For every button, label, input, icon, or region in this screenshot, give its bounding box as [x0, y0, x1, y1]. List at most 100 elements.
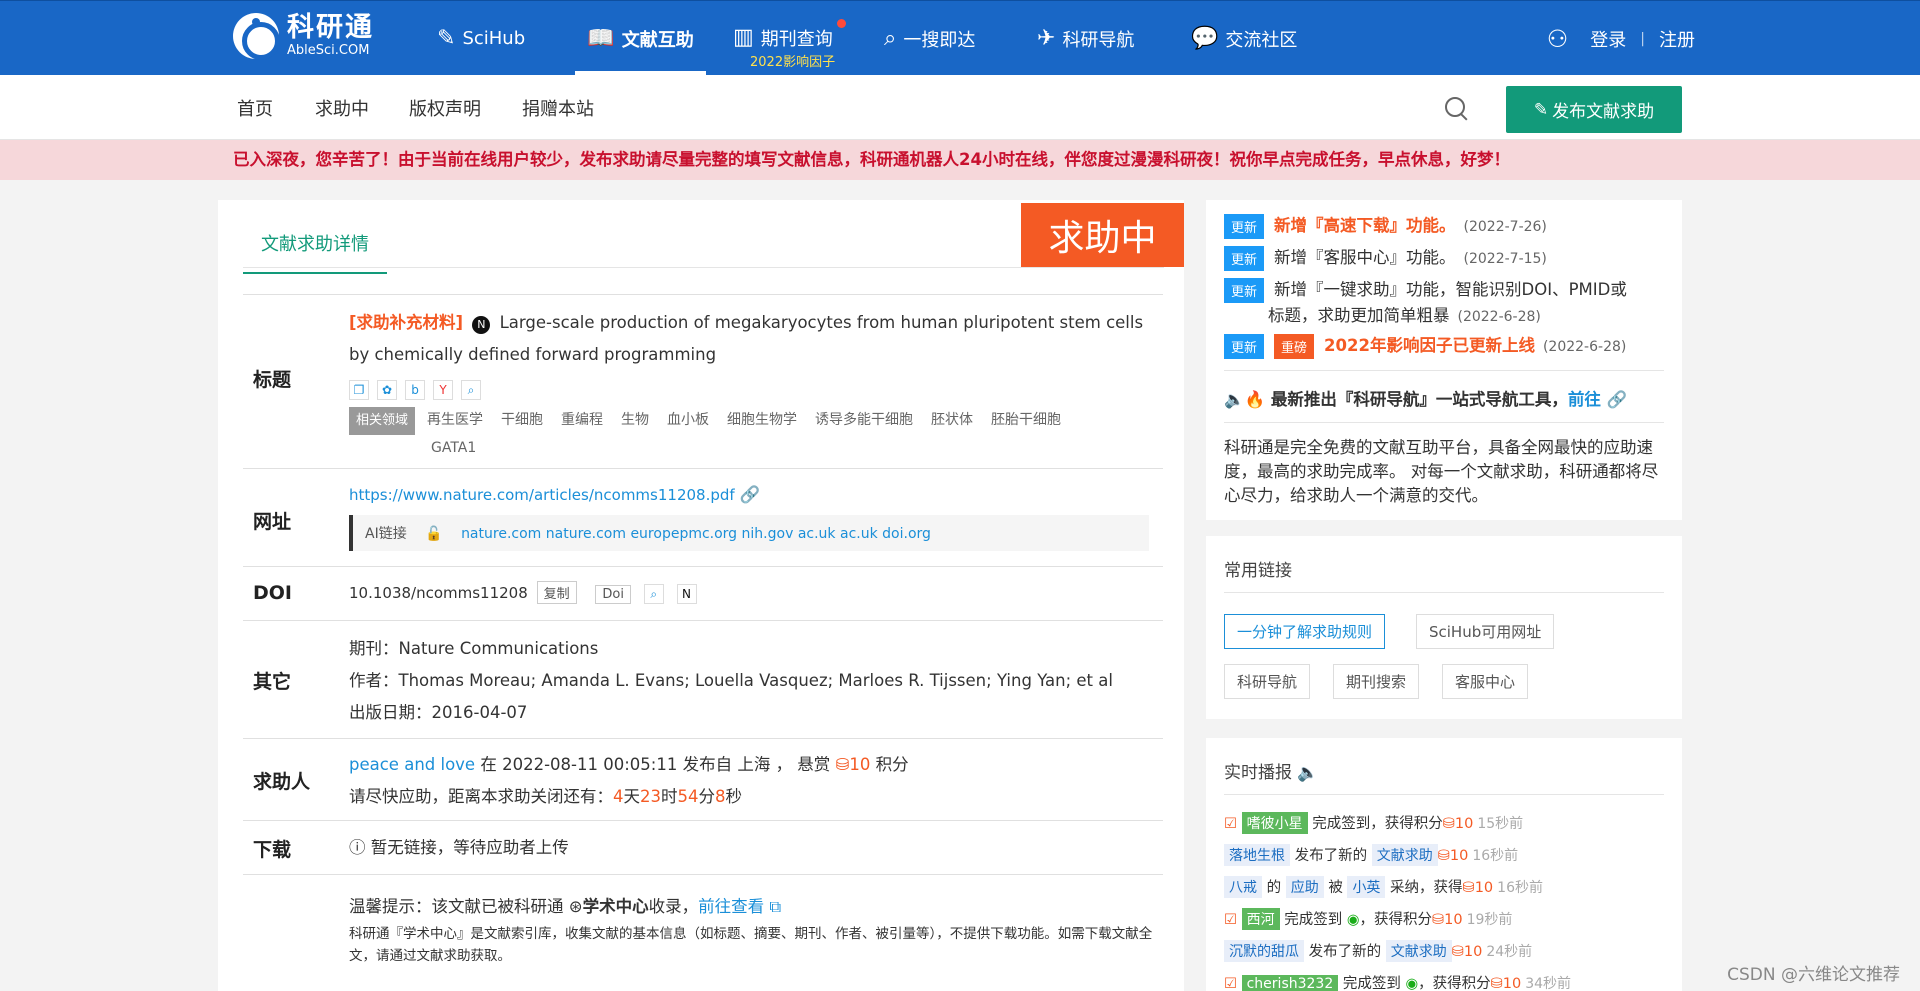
field-tag[interactable]: 干细胞: [501, 408, 543, 432]
auth-separator: |: [1640, 30, 1645, 47]
new-dot: [836, 19, 846, 28]
feed-item: ☑ 嗜彼小星 完成签到，获得积分⛁10 15秒前: [1224, 812, 1523, 834]
paper-url-link[interactable]: https://www.nature.com/articles/ncomms11…: [349, 486, 735, 504]
link-icon: 🔗: [734, 485, 761, 504]
academic-center-label: 学术中心: [582, 897, 649, 916]
doi-row: DOI 10.1038/ncomms11208 复制 Doi ⌕ N: [243, 566, 1163, 620]
promo-link[interactable]: 前往: [1568, 390, 1601, 409]
login-link[interactable]: 登录: [1590, 26, 1626, 52]
paper-title: Large-scale production of megakaryocytes…: [349, 313, 1144, 364]
search-icon[interactable]: ⌕: [461, 379, 481, 400]
tab-divider: [243, 267, 1164, 268]
field-tag[interactable]: 血小板: [667, 408, 709, 432]
night-notice-banner: 已入深夜，您辛苦了！由于当前在线用户较少，发布求助请尽量完整的填写文献信息，科研…: [0, 140, 1920, 180]
doi-button[interactable]: Doi: [595, 585, 631, 604]
feed-item: ☑ cherish3232 完成签到 ◉，获得积分⛁10 34秒前: [1224, 975, 1572, 991]
field-tag[interactable]: 重编程: [561, 408, 603, 432]
copy-icon[interactable]: ❐: [349, 379, 369, 400]
field-tag[interactable]: 胚状体: [931, 408, 973, 432]
update-item[interactable]: 更新 新增『一键求助』功能，智能识别DOI、PMID或: [1224, 276, 1627, 303]
source-link[interactable]: ac.uk: [798, 526, 836, 542]
field-tag[interactable]: GATA1: [431, 436, 476, 460]
copy-doi-button[interactable]: 复制: [536, 581, 577, 604]
source-link[interactable]: nih.gov: [742, 526, 794, 542]
live-title: 实时播报 🔈: [1224, 763, 1319, 783]
title-row: 标题 [求助补充材料] N Large-scale production of …: [243, 294, 1163, 468]
url-row: 网址 https://www.nature.com/articles/ncomm…: [243, 468, 1163, 566]
source-link[interactable]: nature.com: [461, 526, 541, 542]
yandex-icon[interactable]: Y: [433, 379, 453, 400]
common-links-panel: 常用链接 一分钟了解求助规则 SciHub可用网址 科研导航 期刊搜索 客服中心: [1206, 536, 1682, 719]
link-research-guide[interactable]: 科研导航: [1224, 664, 1311, 699]
requester-name[interactable]: peace and love: [349, 755, 475, 774]
field-tag[interactable]: 再生医学: [427, 408, 483, 432]
journal-info: 期刊：Nature Communications: [349, 639, 599, 658]
source-link[interactable]: doi.org: [882, 526, 931, 542]
tip-row: 温馨提示：该文献已被科研通 ⊛学术中心收录，前往查看 ⧉ 科研通『学术中心』是文…: [243, 874, 1163, 974]
checkin-icon: ☑: [1224, 816, 1237, 832]
field-tag[interactable]: 细胞生物学: [727, 408, 797, 432]
nav-quick-search[interactable]: ⌕ 一搜即达: [884, 1, 975, 76]
other-row: 其它 期刊：Nature Communications 作者：Thomas Mo…: [243, 620, 1163, 738]
feed-item: 八戒 的 应助 被 小英 采纳，获得⛁10 16秒前: [1224, 876, 1543, 898]
auth-box: ⚇ 登录 | 注册: [1547, 1, 1695, 76]
update-item[interactable]: 更新 新增『客服中心』功能。 (2022-7-15): [1224, 244, 1547, 271]
register-link[interactable]: 注册: [1659, 26, 1695, 52]
title-label: 标题: [253, 369, 292, 391]
info-icon: ⓘ: [349, 838, 371, 857]
open-access-icon: 🔓: [425, 526, 443, 542]
top-navbar: 科研通 AbleSci.COM ✎ SciHub 📖 文献互助 ▥ 期刊查询 2022…: [0, 0, 1920, 76]
link-journal-search[interactable]: 期刊搜索: [1333, 664, 1420, 699]
source-link[interactable]: ac.uk: [840, 526, 878, 542]
update-item[interactable]: 更新 重磅 2022年影响因子已更新上线 (2022-6-28): [1224, 332, 1626, 359]
speaker-icon: 🔈: [1297, 763, 1319, 783]
update-item[interactable]: 更新 新增『高速下载』功能。 (2022-7-26): [1224, 212, 1547, 239]
search-icon: ⌕: [884, 26, 897, 51]
request-detail-panel: 文献求助详情 求助中 标题 [求助补充材料] N Large-scale pro…: [218, 200, 1184, 991]
publish-request-button[interactable]: ✎ 发布文献求助: [1506, 86, 1682, 133]
journal-icon: ▥: [733, 25, 754, 50]
url-label: 网址: [253, 511, 292, 533]
brand-domain: AbleSci.COM: [287, 43, 370, 58]
field-tag[interactable]: 胚胎干细胞: [991, 408, 1061, 432]
nature-pdf-icon[interactable]: N: [676, 583, 697, 604]
feed-item: 沉默的甜瓜 发布了新的 文献求助 ⛁10 24秒前: [1224, 940, 1532, 962]
request-info: 在 2022-08-11 00:05:11 发布自 上海 ， 悬赏: [480, 755, 831, 774]
source-link[interactable]: europepmc.org: [630, 526, 737, 542]
promo-line: 🔈🔥 最新推出『科研导航』一站式导航工具，前往 🔗: [1224, 390, 1628, 409]
nav-journal-subtitle: 2022影响因子: [750, 55, 836, 70]
nav-community[interactable]: 💬 交流社区: [1191, 1, 1297, 76]
nav-research-guide[interactable]: ✈ 科研导航: [1037, 1, 1134, 76]
divider: [1224, 592, 1664, 593]
link-service-center[interactable]: 客服中心: [1442, 664, 1529, 699]
field-tag[interactable]: 诱导多能干细胞: [815, 408, 913, 432]
bing-icon[interactable]: b: [405, 379, 425, 400]
download-row: 下载 ⓘ 暂无链接，等待应助者上传: [243, 820, 1163, 874]
pubdate-info: 出版日期：2016-04-07: [349, 703, 528, 722]
nav-scihub[interactable]: ✎ SciHub: [437, 1, 525, 76]
subnav-donate[interactable]: 捐赠本站: [522, 95, 594, 121]
logo-mark-icon: [233, 13, 280, 60]
subnav-home[interactable]: 首页: [237, 95, 273, 121]
reward-unit: 积分: [875, 755, 909, 774]
supplement-tag: [求助补充材料]: [349, 313, 464, 332]
view-link[interactable]: 前往查看: [698, 897, 764, 916]
brand-name: 科研通: [287, 12, 374, 43]
subnav-copyright[interactable]: 版权声明: [409, 95, 481, 121]
field-tag[interactable]: 生物: [621, 408, 649, 432]
link-rules[interactable]: 一分钟了解求助规则: [1224, 614, 1386, 649]
tip-text: 科研通『学术中心』是文献索引库，收集文献的基本信息（如标题、摘要、期刊、作者、被…: [349, 926, 1153, 964]
nav-literature-help[interactable]: 📖 文献互助: [575, 1, 706, 76]
user-icon[interactable]: ⚇: [1547, 25, 1569, 53]
source-link[interactable]: nature.com: [546, 526, 626, 542]
search-icon[interactable]: ⌕: [643, 583, 664, 604]
fields-header: 相关领域: [349, 407, 416, 435]
subnav-requesting[interactable]: 求助中: [315, 95, 369, 121]
other-label: 其它: [253, 671, 292, 693]
brand-logo[interactable]: 科研通 AbleSci.COM: [233, 12, 374, 60]
baidu-icon[interactable]: ✿: [377, 379, 397, 400]
wechat-icon: ◉: [1405, 976, 1419, 991]
link-scihub-urls[interactable]: SciHub可用网址: [1416, 614, 1555, 649]
external-link-icon: ⧉: [764, 897, 782, 916]
search-icon[interactable]: [1445, 97, 1465, 117]
